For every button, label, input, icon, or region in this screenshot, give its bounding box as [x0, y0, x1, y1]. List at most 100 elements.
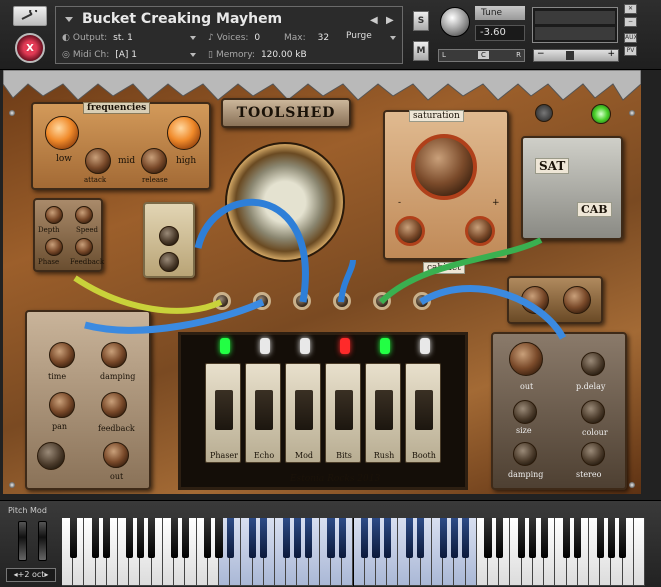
mod-feedback-knob[interactable] — [75, 238, 93, 256]
size-knob[interactable] — [513, 400, 537, 424]
cabinet-knob-2[interactable] — [563, 286, 591, 314]
phaser-lever[interactable] — [215, 390, 233, 430]
instrument-title[interactable]: Bucket Creaking Mayhem — [82, 11, 282, 27]
bits-lever[interactable] — [335, 390, 353, 430]
next-instrument-icon[interactable]: ▶ — [386, 15, 394, 26]
high-knob[interactable] — [167, 116, 201, 150]
colour-knob[interactable] — [581, 400, 605, 424]
cabinet-knob-1[interactable] — [521, 286, 549, 314]
black-key[interactable] — [338, 518, 346, 558]
purge-button[interactable]: Purge — [346, 31, 372, 41]
black-key[interactable] — [136, 518, 145, 558]
black-key[interactable] — [540, 518, 548, 558]
bits-switch[interactable]: Bits — [325, 363, 361, 463]
depth-knob[interactable] — [45, 206, 63, 224]
phaser-switch[interactable]: Phaser — [205, 363, 241, 463]
mod-switch[interactable]: Mod — [285, 363, 321, 463]
paper-top-knob[interactable] — [159, 226, 179, 246]
midi-channel-selector[interactable]: ◎ Midi Ch: [A] 1 — [62, 47, 202, 63]
black-key[interactable] — [439, 518, 447, 558]
tune-knob[interactable] — [440, 7, 470, 37]
jack-2[interactable] — [253, 292, 271, 310]
black-key[interactable] — [92, 518, 100, 558]
close-icon[interactable]: ✕ — [624, 4, 637, 14]
saturation-hi-knob[interactable] — [465, 216, 495, 246]
black-key[interactable] — [226, 518, 234, 558]
purge-dropdown-icon[interactable] — [390, 36, 396, 40]
volume-slider[interactable]: − + — [533, 49, 619, 62]
booth-switch[interactable]: Booth — [405, 363, 441, 463]
close-instrument-button[interactable]: X — [15, 33, 45, 63]
black-key[interactable] — [125, 518, 133, 558]
reverb-out-knob[interactable] — [509, 342, 543, 376]
black-key[interactable] — [170, 518, 178, 558]
saturation-knob[interactable] — [411, 134, 477, 200]
jack-5[interactable] — [373, 292, 391, 310]
octave-shift-box[interactable]: ◂+2 oct▸ — [6, 568, 56, 582]
black-key[interactable] — [417, 518, 425, 558]
predelay-knob[interactable] — [581, 352, 605, 376]
black-key[interactable] — [148, 518, 156, 558]
black-key[interactable] — [529, 518, 537, 558]
damping-knob[interactable] — [101, 342, 127, 368]
pitch-wheel[interactable] — [18, 521, 27, 561]
black-key[interactable] — [103, 518, 111, 558]
pan-center-handle[interactable]: C — [478, 51, 489, 59]
saturation-lo-knob[interactable] — [395, 216, 425, 246]
black-key[interactable] — [372, 518, 380, 558]
black-key[interactable] — [495, 518, 503, 558]
black-key[interactable] — [293, 518, 302, 558]
delay-feedback-knob[interactable] — [101, 392, 127, 418]
black-key[interactable] — [215, 518, 223, 558]
volume-handle[interactable] — [566, 51, 574, 60]
title-menu-caret-icon[interactable] — [65, 17, 73, 22]
black-key[interactable] — [327, 518, 335, 558]
black-key[interactable] — [562, 518, 571, 558]
black-key[interactable] — [405, 518, 414, 558]
tune-value[interactable]: -3.60 — [475, 25, 525, 41]
delay-pan-knob[interactable] — [49, 392, 75, 418]
time-knob[interactable] — [49, 342, 75, 368]
jack-1[interactable] — [213, 292, 231, 310]
phase-knob[interactable] — [45, 238, 63, 256]
black-key[interactable] — [361, 518, 369, 558]
speed-knob[interactable] — [75, 206, 93, 224]
aux-button[interactable]: AUX — [624, 33, 638, 43]
mod-wheel[interactable] — [38, 521, 47, 561]
black-key[interactable] — [518, 518, 526, 558]
jack-6[interactable] — [413, 292, 431, 310]
wrench-button[interactable] — [13, 6, 47, 26]
black-key[interactable] — [462, 518, 470, 558]
black-key[interactable] — [69, 518, 77, 558]
octave-up-icon[interactable]: ▸ — [44, 570, 48, 579]
black-key[interactable] — [484, 518, 492, 558]
midi-dropdown-icon[interactable] — [190, 53, 196, 57]
black-key[interactable] — [450, 518, 458, 558]
paper-bottom-knob[interactable] — [159, 252, 179, 272]
rush-switch[interactable]: Rush — [365, 363, 401, 463]
mod-lever[interactable] — [295, 390, 313, 430]
solo-button[interactable]: S — [413, 11, 429, 31]
attack-knob[interactable] — [85, 148, 111, 174]
echo-switch[interactable]: Echo — [245, 363, 281, 463]
max-voices[interactable]: Max: 32 — [284, 30, 329, 46]
black-key[interactable] — [383, 518, 391, 558]
jack-3[interactable] — [293, 292, 311, 310]
piano-keyboard[interactable] — [62, 518, 645, 586]
black-key[interactable] — [607, 518, 615, 558]
reverb-damping-knob[interactable] — [513, 442, 537, 466]
black-key[interactable] — [305, 518, 313, 558]
pv-button[interactable]: PV — [624, 46, 637, 56]
booth-lever[interactable] — [415, 390, 433, 430]
jack-4[interactable] — [333, 292, 351, 310]
yellow-cable[interactable] — [73, 275, 223, 314]
minimize-icon[interactable]: − — [624, 17, 637, 27]
black-key[interactable] — [574, 518, 582, 558]
black-key[interactable] — [282, 518, 290, 558]
prev-instrument-icon[interactable]: ◀ — [370, 15, 378, 26]
delay-out-knob[interactable] — [103, 442, 129, 468]
black-key[interactable] — [618, 518, 627, 558]
output-selector[interactable]: ◐ Output: st. 1 — [62, 30, 202, 46]
release-knob[interactable] — [141, 148, 167, 174]
sat-cab-switch[interactable]: SAT CAB — [521, 136, 623, 240]
